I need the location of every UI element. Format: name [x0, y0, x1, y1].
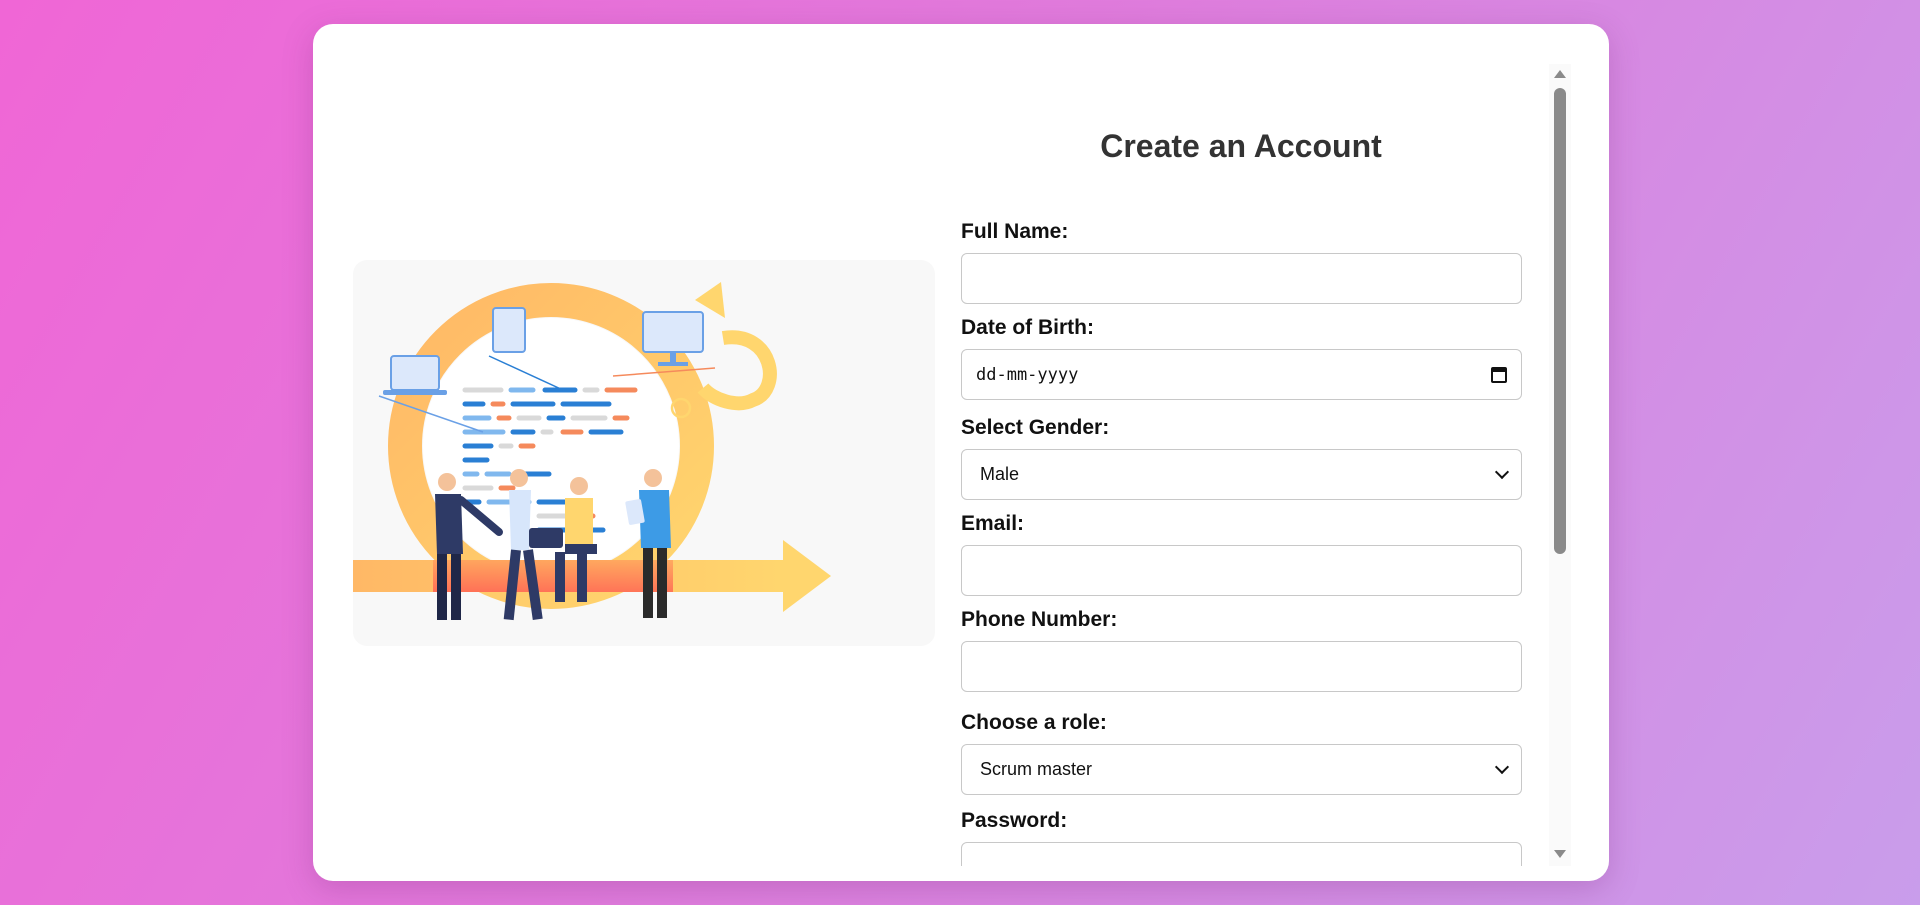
chevron-down-icon [1494, 464, 1510, 479]
email-label: Email: [961, 512, 1025, 535]
scroll-thumb[interactable] [1554, 88, 1566, 554]
form-scrollbar[interactable] [1549, 64, 1571, 866]
role-label: Choose a role: [961, 711, 1107, 734]
email-input[interactable] [961, 545, 1522, 596]
gender-select[interactable]: Male [961, 449, 1522, 500]
gender-label: Select Gender: [961, 416, 1110, 439]
phone-label: Phone Number: [961, 608, 1118, 631]
dob-input[interactable]: dd-mm-yyyy [961, 349, 1522, 400]
password-label: Password: [961, 809, 1068, 832]
password-input[interactable] [961, 842, 1522, 866]
dob-label: Date of Birth: [961, 316, 1094, 339]
full-name-label: Full Name: [961, 220, 1069, 243]
scroll-down-icon[interactable] [1554, 850, 1566, 858]
signup-form: Create an Account Full Name: Date of Bir… [961, 64, 1561, 866]
calendar-icon[interactable] [1491, 366, 1507, 383]
phone-input[interactable] [961, 641, 1522, 692]
full-name-input[interactable] [961, 253, 1522, 304]
gender-selected-value: Male [980, 464, 1020, 484]
scroll-up-icon[interactable] [1554, 70, 1566, 78]
dob-placeholder: dd-mm-yyyy [976, 364, 1079, 385]
signup-card: Create an Account Full Name: Date of Bir… [313, 24, 1609, 881]
chevron-down-icon [1494, 759, 1510, 774]
role-select[interactable]: Scrum master [961, 744, 1522, 795]
page-title: Create an Account [1100, 128, 1382, 164]
role-selected-value: Scrum master [980, 759, 1093, 779]
agile-team-illustration [353, 260, 935, 646]
